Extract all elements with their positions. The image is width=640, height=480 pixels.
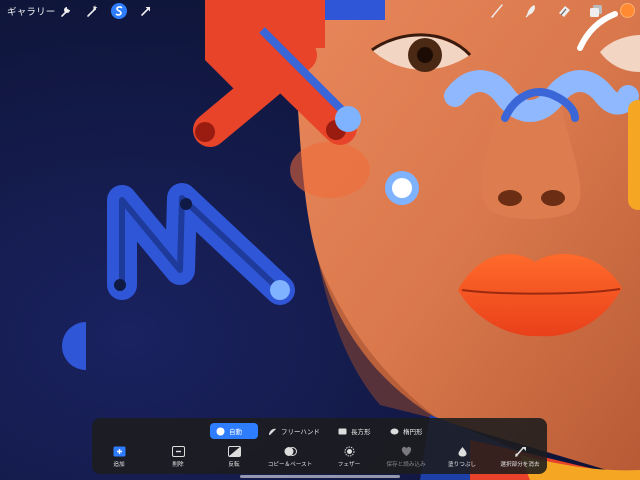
fill-label: 塗りつぶし <box>447 462 477 468</box>
add-button[interactable]: 追加 <box>89 446 149 468</box>
top-toolbar: ギャラリー <box>0 0 640 22</box>
copy-paste-icon <box>284 447 297 456</box>
copy-paste-label: コピー＆ペースト <box>267 462 313 468</box>
mode-rectangle[interactable]: 長方形 <box>332 423 382 439</box>
mode-auto-label: 自動 <box>229 428 242 436</box>
selection-panel: 自動 フリーハンド 長方形 楕円形 追加 削除 反転 コピー＆ペースト フェザー… <box>92 418 547 474</box>
clear-selection-icon <box>514 447 526 457</box>
selection-actions: 追加 削除 反転 コピー＆ペースト フェザー 保存と読み込み 塗りつぶし 選択部… <box>92 446 547 472</box>
mode-freehand[interactable]: フリーハンド <box>262 423 330 439</box>
invert-icon <box>227 446 241 457</box>
rectangle-icon <box>338 427 347 436</box>
mode-freehand-label: フリーハンド <box>281 428 320 436</box>
color-picker-button[interactable] <box>620 3 635 18</box>
selection-icon[interactable] <box>111 3 127 19</box>
fill-button[interactable]: 塗りつぶし <box>432 446 492 468</box>
save-load-icon <box>401 446 411 456</box>
invert-button[interactable]: 反転 <box>204 446 264 468</box>
save-load-button[interactable]: 保存と読み込み <box>376 446 436 468</box>
layers-icon[interactable] <box>588 3 604 19</box>
smudge-icon[interactable] <box>523 3 539 19</box>
auto-icon <box>216 427 225 436</box>
gallery-button[interactable]: ギャラリー <box>7 4 56 18</box>
remove-icon <box>171 446 185 457</box>
mode-ellipse[interactable]: 楕円形 <box>384 423 432 439</box>
mode-rectangle-label: 長方形 <box>351 428 371 436</box>
feather-label: フェザー <box>337 462 361 468</box>
magic-wand-icon[interactable] <box>84 3 100 19</box>
feather-icon <box>344 446 354 457</box>
add-label: 追加 <box>113 462 125 468</box>
brush-icon[interactable] <box>489 3 505 19</box>
transform-arrow-icon[interactable] <box>138 3 154 19</box>
add-icon <box>113 446 125 457</box>
remove-button[interactable]: 削除 <box>148 446 208 468</box>
wrench-icon[interactable] <box>58 3 74 19</box>
invert-label: 反転 <box>228 462 240 468</box>
copy-paste-button[interactable]: コピー＆ペースト <box>260 446 320 468</box>
home-indicator[interactable] <box>240 475 400 478</box>
fill-icon <box>458 447 466 457</box>
clear-selection-label: 選択部分を消去 <box>500 462 540 468</box>
remove-label: 削除 <box>172 462 184 468</box>
mode-auto[interactable]: 自動 <box>210 423 258 439</box>
save-load-label: 保存と読み込み <box>386 462 426 468</box>
eraser-icon[interactable] <box>556 3 572 19</box>
clear-selection-button[interactable]: 選択部分を消去 <box>490 446 550 468</box>
mode-ellipse-label: 楕円形 <box>403 428 423 436</box>
ellipse-icon <box>390 427 399 436</box>
artwork-canvas[interactable] <box>0 0 640 480</box>
freehand-icon <box>268 427 277 436</box>
feather-button[interactable]: フェザー <box>319 446 379 468</box>
selection-mode-tabs: 自動 フリーハンド 長方形 楕円形 <box>92 423 547 439</box>
